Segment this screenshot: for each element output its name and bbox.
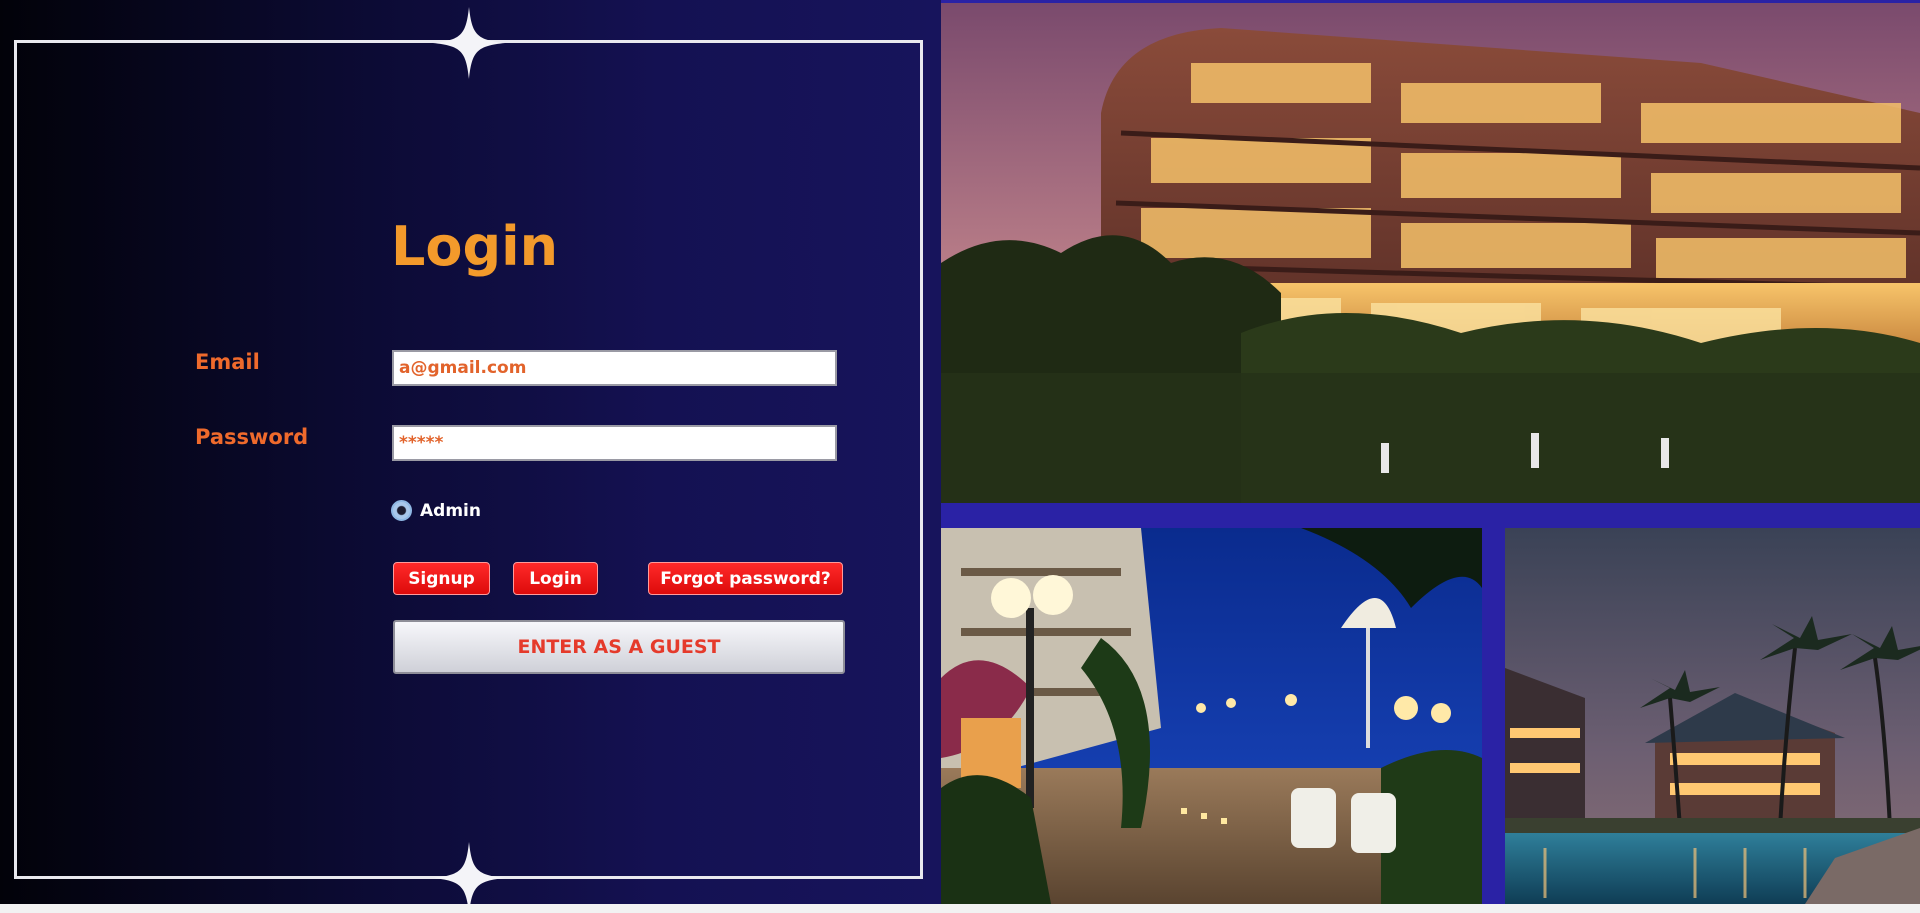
hotel-building-photo: [941, 3, 1920, 503]
guest-entry-button[interactable]: ENTER AS A GUEST: [393, 620, 845, 674]
admin-radio-option[interactable]: Admin: [391, 500, 481, 521]
courtyard-night-photo: [941, 528, 1482, 904]
login-panel: Login Email Password Admin Signup Login …: [0, 0, 941, 904]
password-field[interactable]: [392, 425, 837, 461]
login-button[interactable]: Login: [513, 562, 598, 595]
admin-radio-button[interactable]: [391, 500, 412, 521]
admin-radio-label: Admin: [420, 500, 481, 521]
signup-button[interactable]: Signup: [393, 562, 490, 595]
photo-gallery: [941, 0, 1920, 904]
resort-pool-photo: [1505, 528, 1920, 904]
email-field[interactable]: [392, 350, 837, 386]
forgot-password-button[interactable]: Forgot password?: [648, 562, 843, 595]
sparkle-icon: [433, 7, 505, 79]
sparkle-icon: [433, 842, 505, 904]
page-title: Login: [391, 215, 559, 278]
password-label: Password: [195, 425, 309, 449]
window-bottom-edge: [0, 904, 1920, 913]
email-label: Email: [195, 350, 260, 374]
